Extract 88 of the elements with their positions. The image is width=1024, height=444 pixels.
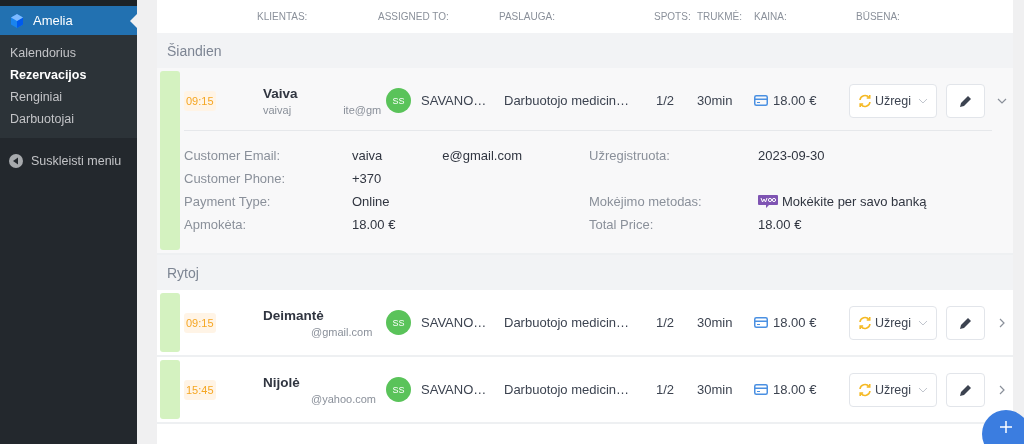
duration: 30min <box>697 315 733 330</box>
sidebar-plugin-item[interactable]: Amelia <box>0 6 137 35</box>
column-header: PASLAUGA: <box>499 11 556 22</box>
duration: 30min <box>697 382 733 397</box>
detail-label: Customer Phone: <box>184 171 287 186</box>
date-group-title: Rytoj <box>167 264 199 281</box>
status-bar <box>160 293 180 352</box>
spots-count: 1/2 <box>656 93 675 108</box>
price: 18.00 € <box>773 315 817 330</box>
employee-name: SAVANO… <box>421 93 487 108</box>
credit-card-icon <box>754 95 768 106</box>
detail-value: vaiva <box>352 148 383 163</box>
detail-value: Online <box>352 194 390 209</box>
service-name: Darbuotojo medicin… <box>504 315 629 330</box>
employee-name: SAVANO… <box>421 315 487 330</box>
detail-value: 2023-09-30 <box>758 148 825 163</box>
detail-label: Customer Email: <box>184 148 282 163</box>
detail-label: Mokėjimo metodas: <box>589 194 703 209</box>
service-name: Darbuotojo medicin… <box>504 93 629 108</box>
time-badge: 09:15 <box>184 90 216 111</box>
employee-avatar: SS <box>386 377 411 402</box>
customer-email: @gmail.com <box>311 325 373 338</box>
customer-email: @yahoo.com <box>311 392 376 405</box>
customer-name: Deimantė <box>263 307 325 323</box>
plugin-title: Amelia <box>33 13 73 28</box>
collapse-menu-link[interactable]: Suskleisti meniu <box>31 154 122 168</box>
detail-value: +370 <box>352 171 382 186</box>
payment-logo-icon <box>758 195 778 208</box>
sync-icon <box>858 315 872 330</box>
chevron-right-icon <box>997 317 1007 328</box>
detail-label: Apmokėta: <box>184 217 248 232</box>
column-header: TRUKMĖ: <box>697 11 743 22</box>
status-bar <box>160 360 180 419</box>
time-badge: 15:45 <box>184 379 216 400</box>
credit-card-icon <box>754 317 768 328</box>
detail-label: Total Price: <box>589 217 655 232</box>
detail-value: e@gmail.com <box>442 148 523 163</box>
pencil-icon <box>958 93 973 108</box>
caret-icon <box>918 319 928 326</box>
expand-toggle[interactable] <box>997 384 1007 395</box>
column-header: BŪSENA: <box>856 11 901 22</box>
menu-pointer <box>130 14 137 28</box>
customer-name: Vaiva <box>263 85 299 101</box>
column-header: KAINA: <box>754 11 788 22</box>
column-header: ASSIGNED TO: <box>378 11 450 22</box>
sidebar-item[interactable]: Rezervacijos <box>0 64 137 86</box>
employee-avatar: SS <box>386 310 411 335</box>
detail-value: 18.00 € <box>352 217 396 232</box>
sync-icon <box>858 93 872 108</box>
detail-value: 18.00 € <box>758 217 802 232</box>
customer-email: ite@gm <box>343 103 382 116</box>
spots-count: 1/2 <box>656 315 675 330</box>
credit-card-icon <box>754 384 768 395</box>
duration: 30min <box>697 93 733 108</box>
price: 18.00 € <box>773 382 817 397</box>
expand-toggle[interactable] <box>997 317 1007 328</box>
edit-button[interactable] <box>946 372 985 407</box>
employee-avatar: SS <box>386 88 411 113</box>
status-dropdown[interactable]: Užregi <box>849 305 937 340</box>
edit-button[interactable] <box>946 83 985 118</box>
spots-count: 1/2 <box>656 382 675 397</box>
column-header: SPOTS: <box>654 11 692 22</box>
status-dropdown[interactable]: Užregi <box>849 372 937 407</box>
price: 18.00 € <box>773 93 817 108</box>
detail-label: Užregistruota: <box>589 148 671 163</box>
pencil-icon <box>958 315 973 330</box>
time-badge: 09:15 <box>184 312 216 333</box>
detail-label: Payment Type: <box>184 194 272 209</box>
customer-name: Nijolė <box>263 374 301 390</box>
edit-button[interactable] <box>946 305 985 340</box>
cube-logo-icon <box>9 12 25 29</box>
service-name: Darbuotojo medicin… <box>504 382 629 397</box>
status-dropdown[interactable]: Užregi <box>849 83 937 118</box>
date-group-title: Šiandien <box>167 42 222 59</box>
sidebar-item[interactable]: Kalendorius <box>0 42 137 64</box>
appointment-card[interactable]: 09:15 Deimantė @gmail.com SS SAVANO… Darbuotojo medicin… 1/2 30min 18.00 € Užregi <box>157 290 1013 357</box>
sync-icon <box>858 382 872 397</box>
employee-name: SAVANO… <box>421 382 487 397</box>
chevron-right-icon <box>997 384 1007 395</box>
pencil-icon <box>958 382 973 397</box>
sidebar-item[interactable]: Darbuotojai <box>0 108 137 130</box>
customer-email: vaivaj <box>263 103 292 116</box>
column-header: KLIENTAS: <box>257 11 309 22</box>
sidebar-item[interactable]: Renginiai <box>0 86 137 108</box>
detail-value: Mokėkite per savo banką <box>782 194 927 209</box>
caret-icon <box>918 97 928 104</box>
plus-icon <box>1000 421 1012 433</box>
caret-icon <box>918 386 928 393</box>
